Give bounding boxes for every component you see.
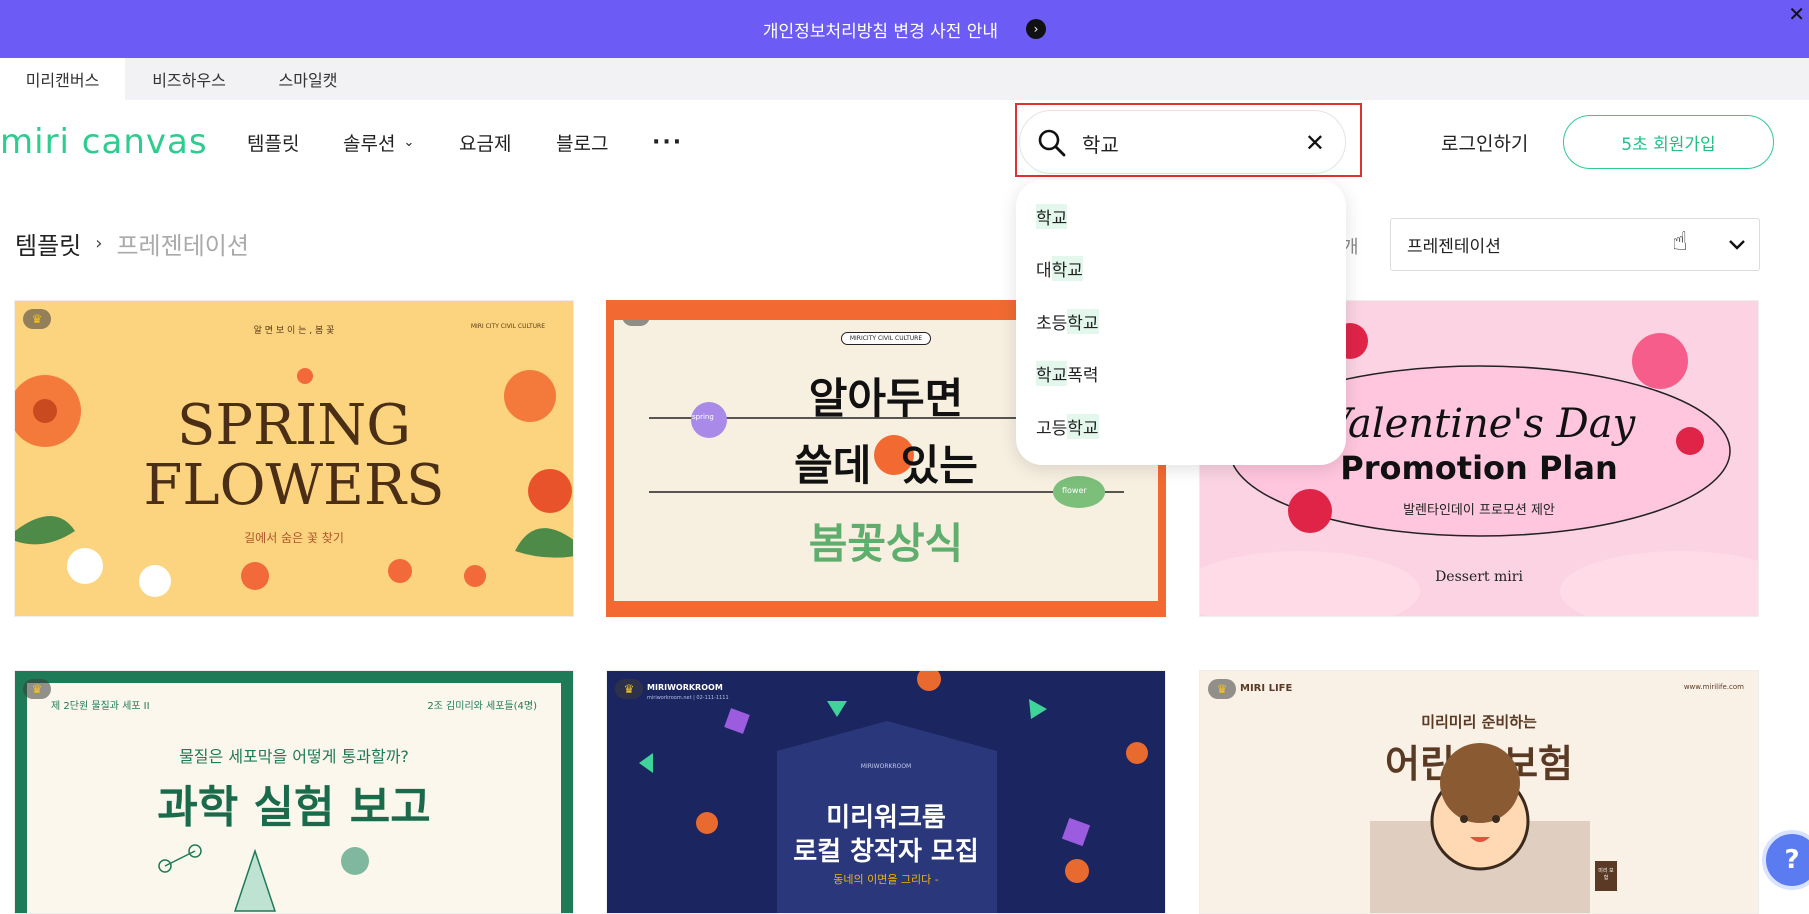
nav-solutions-label: 솔루션 [343,132,396,155]
brand-tab-bar: 미리캔버스 비즈하우스 스마일캣 [0,58,1809,100]
banner-text[interactable]: 개인정보처리방침 변경 사전 안내 [763,17,998,42]
suggestion-suffix: 폭력 [1067,365,1099,386]
card-corner: MIRI CITY CIVIL CULTURE [470,323,545,330]
crown-icon: ♛ [23,309,51,329]
crown-icon: ♛ [23,679,51,699]
suggestion-match: 학교 [1067,413,1099,439]
card-subtitle: 발렌타인데이 프로모션 제안 [1403,503,1555,518]
card-title: 과학 실험 보고 [157,782,431,833]
card-brand: Dessert miri [1435,569,1523,585]
suggestion-item[interactable]: 학교 [1036,201,1068,231]
more-menu-icon[interactable]: ··· [652,100,683,184]
nav-templates[interactable]: 템플릿 [247,100,299,184]
nav-pricing[interactable]: 요금제 [459,100,511,184]
signup-button[interactable]: 5초 회원가입 [1563,115,1774,169]
card-badge: MIRIWORKROOM [860,763,912,770]
card-title-line2: FLOWERS [143,453,445,518]
brand-tab-miricanvas[interactable]: 미리캔버스 [0,58,125,100]
card-sign: 미리 보험 [1598,868,1614,881]
chevron-right-icon: › [95,233,103,254]
crown-icon: ♛ [1208,679,1236,699]
help-button[interactable]: ? [1762,830,1809,890]
card-title-line3: 봄꽃상식 [808,519,964,568]
breadcrumb-current: 프레젠테이션 [116,232,249,260]
search-box[interactable]: ✕ [1019,110,1346,174]
category-select-value: 프레젠테이션 [1407,237,1501,257]
suggestion-item[interactable]: 학교 폭력 [1036,358,1099,388]
search-input[interactable] [1080,127,1300,159]
notice-banner[interactable]: 개인정보처리방침 변경 사전 안내 › ✕ [0,0,1809,58]
breadcrumb: 템플릿 › 프레젠테이션 [15,226,249,261]
template-card[interactable]: ♛ MIRI LIFE www.mirilife.com 미리미리 준비하는 어… [1199,670,1759,914]
suggestion-item[interactable]: 대 학교 [1036,253,1083,283]
template-card[interactable]: ♛ 알 면 보 이 는 , 봄 꽃 MIRI CITY CIVIL CULTUR… [14,300,574,617]
brand-tab-smilecat[interactable]: 스마일캣 [253,58,363,100]
card-subtitle: 길에서 숨은 꽃 찾기 [244,531,344,545]
suggestion-item[interactable]: 고등 학교 [1036,411,1099,441]
card-corner-right: 2조 김미리와 세포들(4명) [427,701,537,712]
crown-icon: ♛ [615,679,643,699]
card-footer: USEFUL SPRING FLOWER COMMON SENSE [815,603,957,610]
card-subtitle: 동네의 이면을 그리다 - [833,873,939,886]
card-title-line1: SPRING [176,393,412,458]
template-card[interactable]: ♛ MIRIWORKROOM miriworkroom.net | 02-111… [606,670,1166,914]
suggestion-match: 학교 [1036,360,1068,386]
category-select[interactable]: 프레젠테이션 [1390,218,1760,271]
breadcrumb-root[interactable]: 템플릿 [15,226,81,261]
suggestion-prefix: 대 [1036,260,1052,281]
card-title-line2: 로컬 창작자 모집 [793,837,979,867]
suggestion-item[interactable]: 초등 학교 [1036,306,1099,336]
card-title-line1: 미리워크룸 [826,803,946,833]
logo[interactable]: miri canvas [0,122,208,162]
chevron-down-icon: ⌄ [403,134,415,150]
card-corner-left: 제 2단원 물질과 세포 II [51,701,150,712]
chevron-down-icon[interactable] [1727,234,1747,254]
suggestion-match: 학교 [1036,203,1068,229]
hand-cursor-icon: ☝ [1672,227,1688,257]
search-suggestions: 학교 대 학교 초등 학교 학교 폭력 고등 학교 [1016,180,1346,465]
suggestion-match: 학교 [1067,308,1099,334]
chevron-right-icon[interactable]: › [1026,19,1047,39]
child-illustration [1370,743,1617,913]
search-icon[interactable] [1036,127,1068,159]
main-header: miri canvas 템플릿 솔루션 ⌄ 요금제 블로그 ··· ✕ 로그인하… [0,100,1809,184]
close-icon[interactable]: ✕ [1788,2,1805,26]
card-question: 물질은 세포막을 어떻게 통과할까? [179,747,409,766]
suggestion-prefix: 고등 [1036,418,1068,439]
nav-blog[interactable]: 블로그 [556,100,608,184]
science-illustration [158,844,369,912]
suggestion-prefix: 초등 [1036,313,1068,334]
template-card[interactable]: ♛ 제 2단원 물질과 세포 II 2조 김미리와 세포들(4명) 물질은 세포… [14,670,574,914]
nav-solutions[interactable]: 솔루션 ⌄ [343,100,414,184]
brand-tab-bizhows[interactable]: 비즈하우스 [125,58,253,100]
login-link[interactable]: 로그인하기 [1441,100,1528,184]
close-icon[interactable]: ✕ [1305,129,1325,157]
crown-icon: ♛ [622,320,650,326]
suggestion-match: 학교 [1051,255,1083,281]
